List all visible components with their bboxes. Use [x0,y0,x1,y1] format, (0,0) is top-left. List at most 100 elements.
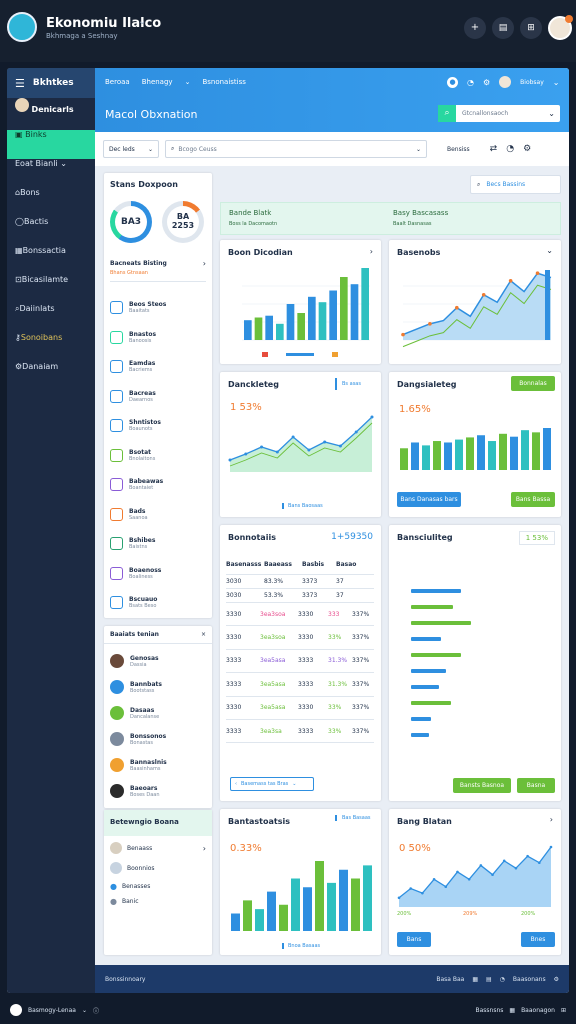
list-item[interactable]: Bads Saanoa [110,500,206,530]
taskbar-right-2[interactable]: Baaonagon [521,1007,555,1014]
card-link[interactable]: Bnoa Basaas [282,943,320,949]
bar [308,296,316,340]
sidebar-profile[interactable]: Denicarls [7,98,95,130]
contact-item[interactable]: Bannaslnis Baasinhams [110,752,206,778]
sidebar-item-active[interactable]: ▣ Binks [7,130,95,159]
list-item[interactable]: Bacreas Daearnos [110,382,206,412]
sidebar-item-5[interactable]: ⌕Daiinlats [7,304,95,333]
contact-item[interactable]: Bannbats Bootstass [110,674,206,700]
chevron-down-icon[interactable]: ⌄ [82,1007,87,1014]
close-icon[interactable]: × [201,631,206,638]
card-button-left[interactable]: Bansts Basnoa [453,778,511,793]
menu-icon[interactable]: ☰ [15,77,25,90]
contact-item[interactable]: Baeoars Boses Daan [110,778,206,804]
sidebar-group[interactable]: Eoat Bianli ⌄ [7,159,95,188]
card-button-left[interactable]: Bans [397,932,431,947]
nav-item[interactable]: Bhenagy [142,78,173,86]
info-icon[interactable]: ⓘ [93,1006,99,1015]
refresh-icon[interactable]: ◔ [500,976,505,983]
grid-icon[interactable]: ⊞ [520,17,542,39]
chevron-right-icon[interactable]: › [203,844,206,853]
card-button-right[interactable]: Bnes [521,932,555,947]
date-search[interactable]: ⌕ Becs Bassins [470,175,561,194]
filter-search-input[interactable]: Bcogo Ceuss [178,146,216,153]
card-button-left[interactable]: Bans Danasas bars [397,492,461,507]
data-point [244,452,248,456]
settings-icon[interactable]: ⚙ [554,976,559,983]
chevron-left-icon[interactable]: ‹ [235,781,237,787]
list-item[interactable]: Beos Steos Baaitats [110,293,206,323]
table-row[interactable]: 3333 3ea3sa 3333 33% 337% [226,720,374,744]
app-icon[interactable] [10,1004,22,1016]
header-user-name[interactable]: Biobsay [520,79,544,86]
document-icon[interactable]: ▤ [492,17,514,39]
card-button-right[interactable]: Basna [517,778,555,793]
date-search-input[interactable]: Becs Bassins [486,181,525,188]
list-item[interactable]: Bsotat Bnolaitons [110,441,206,471]
card-link[interactable]: Bans Baosaas [282,503,323,509]
app-avatar[interactable] [7,12,37,42]
chevron-down-icon[interactable]: ⌄ [292,781,296,787]
table-row[interactable]: 3333 3ea5asa 3333 31.3% 337% [226,673,374,697]
sidebar-item-3[interactable]: ▦Bonssactia [7,246,95,275]
sidebar-item-1[interactable]: ⌂Bons [7,188,95,217]
plus-icon[interactable]: + [464,17,486,39]
bell-icon[interactable]: ◔ [467,78,474,87]
list-item-sub: Saanoa [129,514,148,521]
user-avatar[interactable] [548,15,573,40]
settings-icon[interactable]: ⚙ [523,144,531,154]
contact-item[interactable]: Genosas Dassia [110,648,206,674]
filter-search[interactable]: ⌕ Bcogo Ceuss ⌄ [165,140,427,158]
chevron-down-icon[interactable]: ⌄ [185,78,191,86]
chevron-down-icon[interactable]: ⌄ [548,109,555,118]
chevron-right-icon[interactable]: › [203,259,206,268]
grid-icon[interactable]: ⊞ [561,1007,566,1014]
bar [286,304,295,340]
table-row[interactable]: 3030 53.3% 3373 37 [226,589,374,603]
grid-icon[interactable]: ▦ [509,1007,515,1014]
avatar [110,862,122,874]
sidebar-item-6[interactable]: ⚷Sonoibans [7,333,95,362]
filter-bar: Dec leds ⌄ ⌕ Bcogo Ceuss ⌄ Bensiss ⇄ ◔ ⚙ [95,132,569,166]
contact-item[interactable]: Bonssonos Bonastas [110,726,206,752]
chevron-down-icon[interactable]: ⌄ [138,16,146,27]
list-item-title: Boaenoss [129,566,162,574]
taskbar-left[interactable]: Basmogy-Lenaa [28,1007,76,1014]
bar [422,445,430,470]
globe-icon[interactable]: ● [447,76,458,88]
list-item[interactable]: Babeawas Boantaiet [110,470,206,500]
status-right-1[interactable]: Basa Baa [436,976,464,983]
grid-icon[interactable]: ▦ [472,976,478,983]
table-row[interactable]: 3330 3ea5asa 3330 33% 337% [226,697,374,720]
chevron-down-icon[interactable]: ⌄ [553,78,560,87]
list-item[interactable]: Bscuauo Bsats Beso [110,588,206,618]
nav-item[interactable]: Bsnonaistiss [202,78,245,86]
pagination[interactable]: ‹ Basemass tas Bras ⌄ [230,777,314,791]
sidebar-item-2[interactable]: ◯Bactis [7,217,95,246]
list-item[interactable]: Bnastos Banoosis [110,323,206,353]
filter-label-right[interactable]: Bensiss [447,146,470,153]
list-item[interactable]: Shntistos Boaunots [110,411,206,441]
search-box[interactable]: ⌕ Gtcnallonsaoch ⌄ [438,105,560,122]
transfer-icon[interactable]: ⇄ [490,144,498,154]
table-row[interactable]: 3333 3ea5asa 3333 31.3% 337% [226,650,374,674]
sidebar-item-4[interactable]: ⊡Bicasilamte [7,275,95,304]
filter-dropdown[interactable]: Dec leds ⌄ [103,140,159,158]
nav-item[interactable]: Beroaa [105,78,130,86]
list-item[interactable]: Boaenoss Boaliness [110,559,206,589]
contact-item[interactable]: Dasaas Dancalanse [110,700,206,726]
refresh-icon[interactable]: ◔ [506,144,514,154]
table-row[interactable]: 3330 3ea3soa 3330 333 337% [226,603,374,627]
settings-icon[interactable]: ⚙ [483,78,490,87]
list-item[interactable]: Bshibes Baistns [110,529,206,559]
document-icon[interactable]: ▤ [486,976,492,983]
header-avatar[interactable] [499,76,512,88]
table-row[interactable]: 3330 3ea3soa 3330 33% 337% [226,626,374,650]
taskbar-right-1[interactable]: Bassnsns [475,1007,503,1014]
status-right-2[interactable]: Baasonans [513,976,546,983]
sidebar-item-7[interactable]: ⚙Danaiam [7,362,95,391]
card-button-right[interactable]: Bans Bassa [511,492,555,507]
list-item[interactable]: Eamdas Bacriems [110,352,206,382]
search-input[interactable]: Gtcnallonsaoch [462,110,508,117]
table-row[interactable]: 3030 83.3% 3373 37 [226,575,374,589]
